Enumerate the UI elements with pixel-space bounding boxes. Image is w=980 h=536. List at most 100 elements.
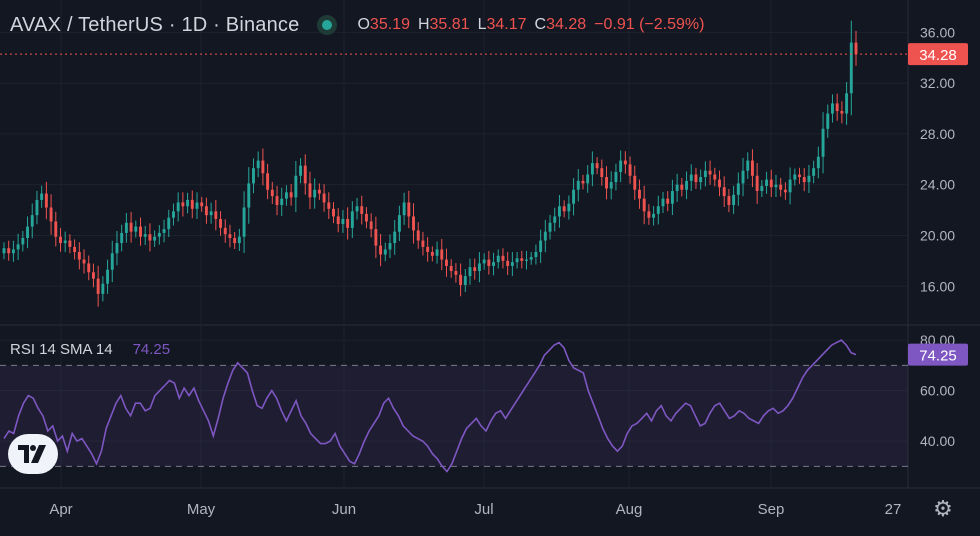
candle-body: [21, 238, 25, 245]
chart-area[interactable]: 36.00 32.00 28.00 24.00 20.00 16.00 Apr May Jun J…: [0, 0, 980, 531]
candle-body: [816, 156, 820, 169]
candle: [91, 263, 95, 288]
candle-body: [539, 240, 543, 252]
candle: [26, 216, 29, 249]
time-tick-label: May: [187, 501, 216, 518]
candle-body: [736, 183, 740, 195]
candle-body: [120, 232, 124, 244]
candle: [821, 112, 825, 174]
candle: [332, 202, 335, 224]
candle-body: [543, 231, 547, 241]
candle-body: [275, 196, 279, 205]
candle-body: [284, 192, 288, 199]
candle: [101, 276, 105, 302]
candle: [539, 229, 543, 263]
candle: [40, 185, 44, 208]
candle-body: [35, 199, 39, 216]
time-tick-label: Jun: [332, 501, 356, 518]
candle: [299, 158, 303, 184]
candle-body: [661, 198, 665, 207]
candle: [181, 192, 185, 217]
tradingview-logo-icon[interactable]: [8, 434, 58, 474]
candle: [129, 211, 133, 243]
candle: [746, 152, 750, 179]
candle: [595, 157, 599, 175]
candle: [266, 163, 270, 200]
candle-body: [670, 191, 674, 204]
candle-body: [322, 193, 326, 203]
candle-body: [614, 171, 618, 183]
candle: [501, 248, 505, 269]
candle: [765, 171, 769, 194]
candle-body: [176, 202, 180, 212]
candle-body: [49, 207, 53, 222]
candle-body: [652, 213, 656, 218]
candle: [157, 225, 161, 245]
candle-body: [590, 163, 594, 175]
candle: [482, 253, 486, 270]
candle-body: [223, 227, 227, 235]
candle-body: [595, 163, 599, 169]
candle-body: [256, 160, 260, 169]
candle-body: [548, 222, 552, 232]
candle: [355, 198, 359, 220]
chart-svg[interactable]: 36.00 32.00 28.00 24.00 20.00 16.00 Apr May Jun J…: [0, 0, 980, 531]
candle-body: [416, 230, 420, 241]
candle-body: [101, 283, 105, 294]
candle: [16, 233, 20, 260]
candle-body: [200, 202, 204, 207]
candle: [642, 185, 646, 225]
rsi-legend[interactable]: RSI 14 SMA 14 74.25: [10, 341, 170, 358]
candle: [840, 101, 844, 124]
candle-body: [769, 179, 773, 188]
candle-body: [849, 42, 853, 94]
candle-body: [732, 194, 736, 205]
candle-body: [261, 160, 265, 174]
candle-body: [821, 128, 825, 157]
candle: [727, 188, 731, 213]
candle-body: [402, 202, 406, 216]
candle: [322, 184, 326, 212]
candle: [350, 201, 354, 239]
rsi-indicator-value: 74.25: [132, 341, 171, 358]
candle: [529, 251, 533, 265]
candle-body: [73, 246, 77, 252]
candle: [492, 252, 496, 276]
candle-body: [134, 226, 138, 232]
candle: [623, 151, 627, 174]
candle-body: [167, 217, 171, 230]
candle: [605, 166, 608, 200]
rsi-indicator-name[interactable]: RSI 14 SMA 14: [10, 341, 113, 358]
candle: [289, 184, 293, 206]
candle: [760, 179, 764, 197]
candle: [7, 240, 11, 261]
candle: [110, 240, 114, 283]
candle-body: [96, 278, 100, 294]
candle-body: [11, 249, 15, 254]
gear-icon[interactable]: ⚙: [930, 496, 956, 522]
candle-body: [449, 265, 453, 272]
candle-body: [572, 189, 576, 204]
candle-body: [501, 255, 505, 261]
candle-body: [388, 243, 392, 250]
candle-body: [106, 269, 110, 284]
candle-body: [327, 202, 331, 209]
symbol-legend[interactable]: AVAX / TetherUS · 1D · Binance O35.19 H3…: [10, 12, 704, 38]
candle: [463, 268, 467, 293]
candle: [219, 211, 222, 236]
candle: [562, 200, 566, 218]
candle: [54, 211, 58, 247]
candle: [327, 192, 331, 219]
candle-body: [638, 189, 641, 199]
candle: [477, 252, 481, 283]
symbol-title[interactable]: AVAX / TetherUS · 1D · Binance: [10, 14, 299, 37]
candle: [703, 161, 707, 187]
candle-body: [534, 251, 538, 258]
candle-body: [16, 244, 20, 250]
candle: [2, 242, 6, 260]
candle: [798, 167, 801, 184]
low-value: 34.17: [486, 16, 527, 33]
candle: [426, 237, 430, 262]
candle-body: [303, 165, 307, 184]
candle-body: [525, 259, 528, 261]
